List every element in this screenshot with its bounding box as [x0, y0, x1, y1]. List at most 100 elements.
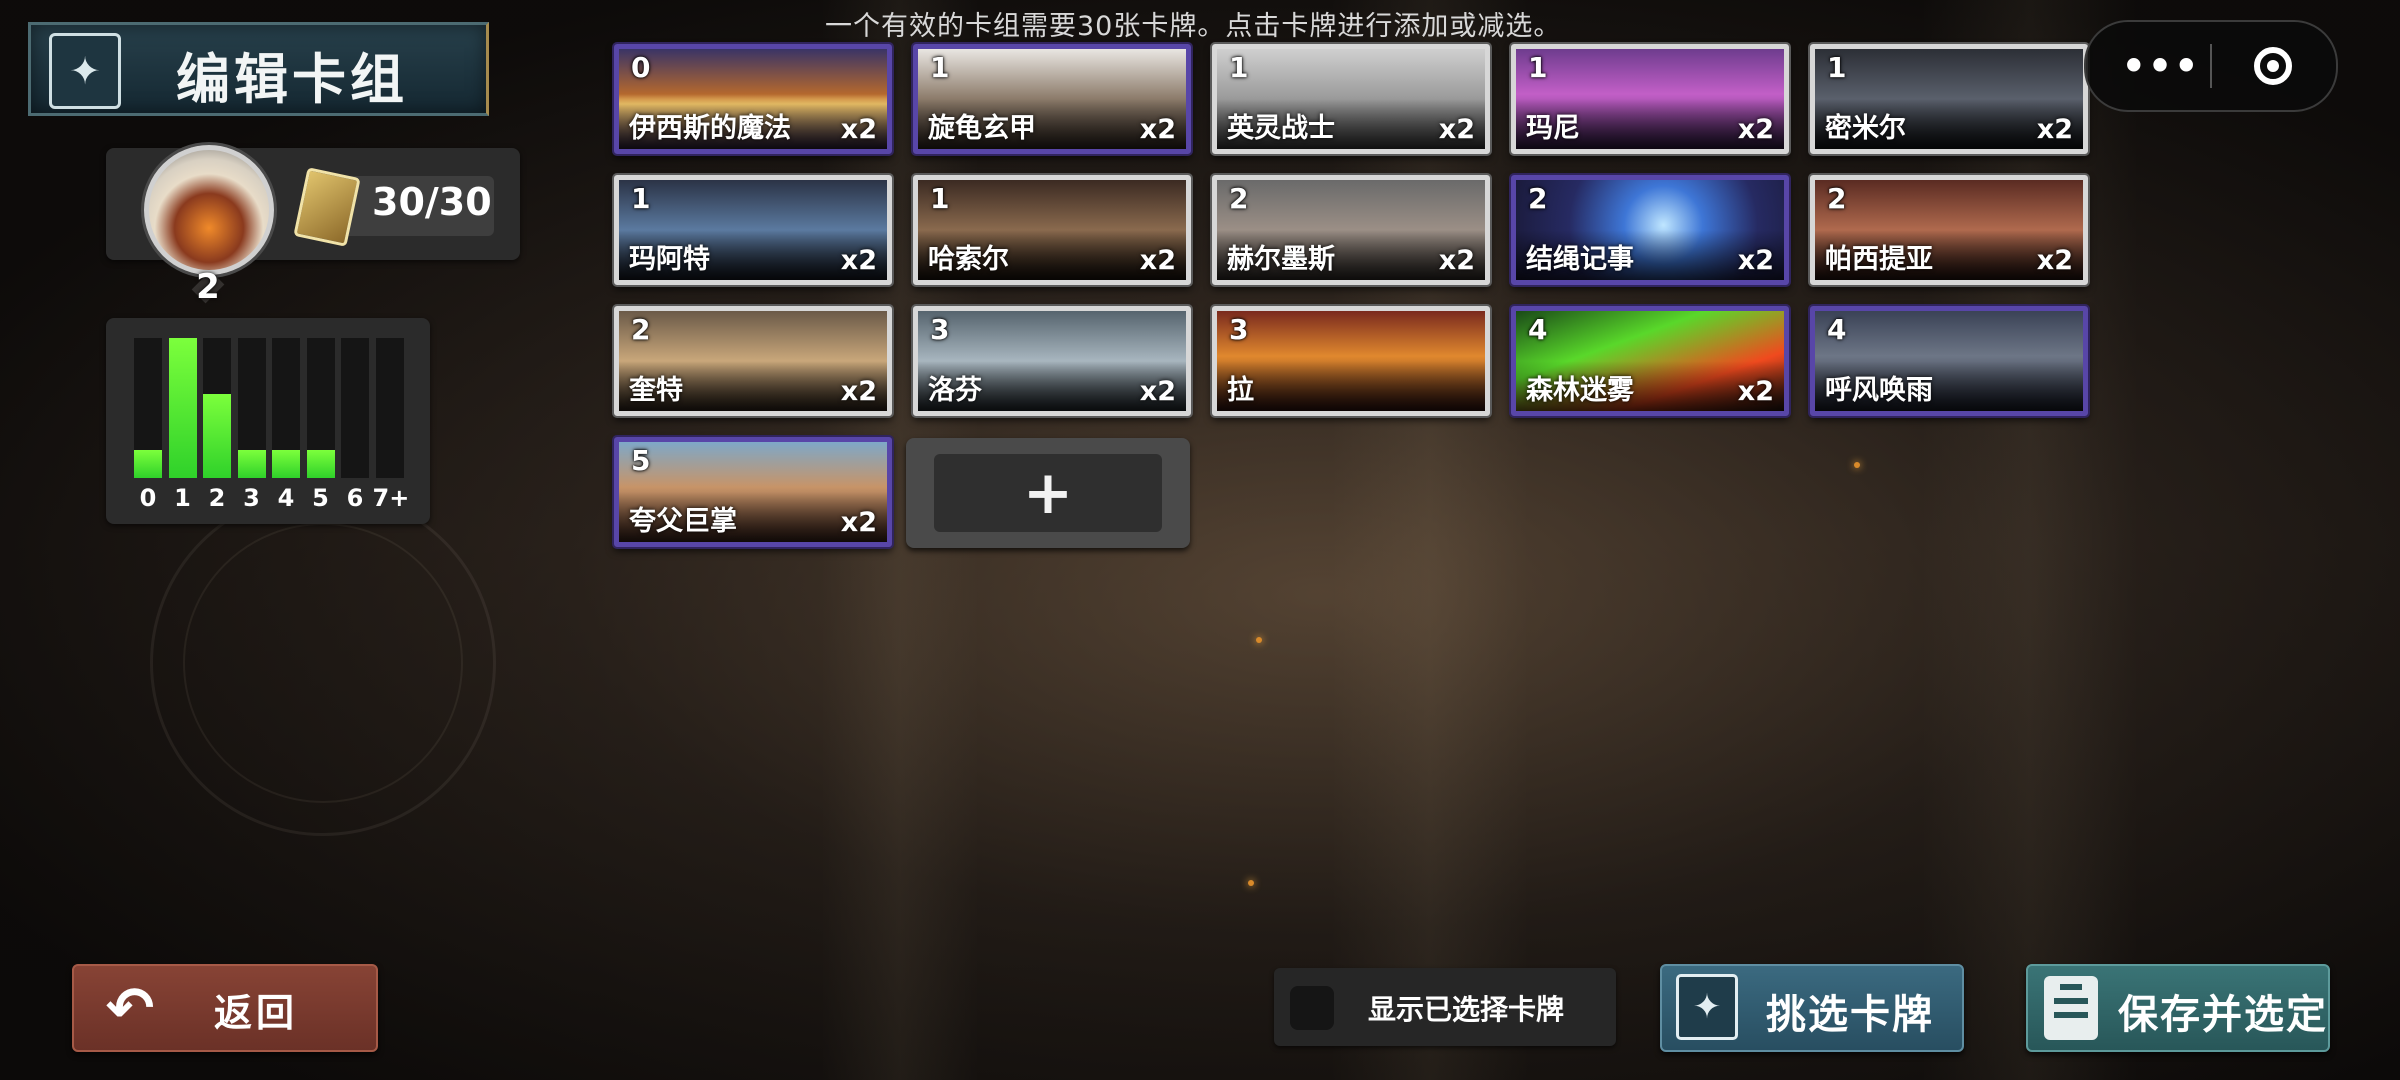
card-name: 帕西提亚 [1825, 244, 1933, 275]
deck-card[interactable]: 1 哈索尔 x2 [913, 175, 1191, 285]
card-name: 结绳记事 [1526, 244, 1634, 275]
show-selected-checkbox[interactable] [1290, 986, 1334, 1030]
card-quantity: x2 [1737, 376, 1774, 407]
card-name: 奎特 [629, 375, 683, 406]
mana-curve-label: 5 [312, 484, 329, 512]
mana-curve-bar [341, 338, 369, 478]
mana-curve-label: 3 [243, 484, 260, 512]
mana-curve-label: 7+ [372, 484, 410, 512]
clipboard-icon [2044, 976, 2098, 1040]
mana-curve-label: 6 [346, 484, 364, 512]
card-name: 夸父巨掌 [629, 506, 737, 537]
deck-card[interactable]: 0 伊西斯的魔法 x2 [614, 44, 892, 154]
card-cost: 3 [930, 313, 950, 346]
card-name: 赫尔墨斯 [1227, 244, 1335, 275]
plus-icon[interactable]: + [934, 454, 1162, 532]
card-cost: 4 [1827, 313, 1847, 346]
card-name: 玛阿特 [629, 244, 710, 275]
deck-card[interactable]: 2 赫尔墨斯 x2 [1212, 175, 1490, 285]
deck-card[interactable]: 4 森林迷雾 x2 [1511, 306, 1789, 416]
mana-curve-bar-fill [168, 338, 197, 478]
mana-curve-bar [134, 338, 162, 478]
deck-card[interactable]: 2 奎特 x2 [614, 306, 892, 416]
card-cost: 1 [1229, 51, 1249, 84]
mini-program-capsule: ••• [2084, 20, 2338, 112]
card-quantity: x2 [840, 376, 877, 407]
card-cost: 1 [930, 182, 950, 215]
show-selected-toggle[interactable]: 显示已选择卡牌 [1274, 968, 1616, 1046]
deck-card[interactable]: 5 夸父巨掌 x2 [614, 437, 892, 547]
card-cost: 3 [1229, 313, 1249, 346]
hero-avatar[interactable] [144, 145, 274, 275]
mana-curve-label: 4 [277, 484, 295, 512]
card-name: 呼风唤雨 [1825, 375, 1933, 406]
mana-curve-bar [168, 338, 197, 478]
return-arrow-icon: ↶ [105, 974, 155, 1042]
more-icon[interactable]: ••• [2122, 40, 2199, 92]
card-count-text: 30/30 [372, 180, 492, 224]
card-cost: 2 [631, 313, 651, 346]
mana-curve-label: 0 [139, 484, 157, 512]
card-quantity: x2 [840, 114, 877, 145]
deck-card[interactable]: 1 密米尔 x2 [1810, 44, 2088, 154]
card-name: 密米尔 [1825, 113, 1906, 144]
card-cost: 1 [1827, 51, 1847, 84]
save-and-select-button[interactable]: 保存并选定 [2026, 964, 2330, 1052]
page-title: 编辑卡组 [176, 48, 408, 111]
card-quantity: x2 [1139, 114, 1176, 145]
mana-curve-bar [203, 338, 231, 478]
card-art [1217, 311, 1485, 411]
deck-card[interactable]: 3 洛芬 x2 [913, 306, 1191, 416]
deck-card[interactable]: 1 玛尼 x2 [1511, 44, 1789, 154]
card-quantity: x2 [1139, 376, 1176, 407]
mana-curve-bar-fill [306, 450, 335, 478]
card-cost: 1 [1528, 51, 1548, 84]
ember-spark [1256, 637, 1262, 643]
card-name: 哈索尔 [928, 244, 1009, 275]
card-name: 英灵战士 [1227, 113, 1335, 144]
title-banner: ✦ 编辑卡组 [28, 22, 489, 116]
deck-emblem-icon: ✦ [49, 33, 121, 109]
pick-cards-button[interactable]: ✦ 挑选卡牌 [1660, 964, 1964, 1052]
card-name: 玛尼 [1526, 113, 1580, 144]
card-cost: 2 [1528, 182, 1548, 215]
mana-curve-bar [375, 338, 404, 478]
mana-curve-bar [272, 338, 300, 478]
hero-cost-gem: 2 [190, 264, 226, 310]
card-quantity: x2 [1438, 114, 1475, 145]
card-cost: 2 [1229, 182, 1249, 215]
mana-curve-bar [237, 338, 266, 478]
card-name: 洛芬 [928, 375, 982, 406]
ember-spark [1854, 462, 1860, 468]
deck-card[interactable]: 1 英灵战士 x2 [1212, 44, 1490, 154]
card-quantity: x2 [840, 507, 877, 538]
background-pillar [1920, 0, 2140, 1080]
card-cost: 1 [930, 51, 950, 84]
deck-card[interactable]: 4 呼风唤雨 [1810, 306, 2088, 416]
back-button[interactable]: ↶ 返回 [72, 964, 378, 1052]
mana-curve-bar-fill [237, 450, 266, 478]
card-quantity: x2 [2036, 245, 2073, 276]
save-button-label: 保存并选定 [2118, 992, 2328, 1038]
card-cost: 0 [631, 51, 651, 84]
card-cost: 5 [631, 444, 651, 477]
add-card-slot[interactable]: + [906, 438, 1190, 548]
mana-curve-bar-fill [272, 450, 300, 478]
capsule-divider [2210, 44, 2212, 88]
deck-card[interactable]: 1 旋龟玄甲 x2 [913, 44, 1191, 154]
back-button-label: 返回 [214, 991, 299, 1035]
mana-curve-bar-fill [134, 450, 162, 478]
card-quantity: x2 [1438, 245, 1475, 276]
card-name: 伊西斯的魔法 [629, 113, 791, 144]
close-target-icon[interactable] [2254, 47, 2292, 85]
mana-curve-label: 2 [208, 484, 226, 512]
card-quantity: x2 [1737, 245, 1774, 276]
deck-card[interactable]: 1 玛阿特 x2 [614, 175, 892, 285]
card-quantity: x2 [2036, 114, 2073, 145]
deck-card[interactable]: 3拉 [1212, 306, 1490, 416]
deck-card[interactable]: 2 结绳记事 x2 [1511, 175, 1789, 285]
background-pillar [1330, 0, 1530, 1080]
deck-card[interactable]: 2 帕西提亚 x2 [1810, 175, 2088, 285]
card-name: 旋龟玄甲 [928, 113, 1036, 144]
deck-hint-text: 一个有效的卡组需要30张卡牌。点击卡牌进行添加或减选。 [825, 11, 1562, 42]
